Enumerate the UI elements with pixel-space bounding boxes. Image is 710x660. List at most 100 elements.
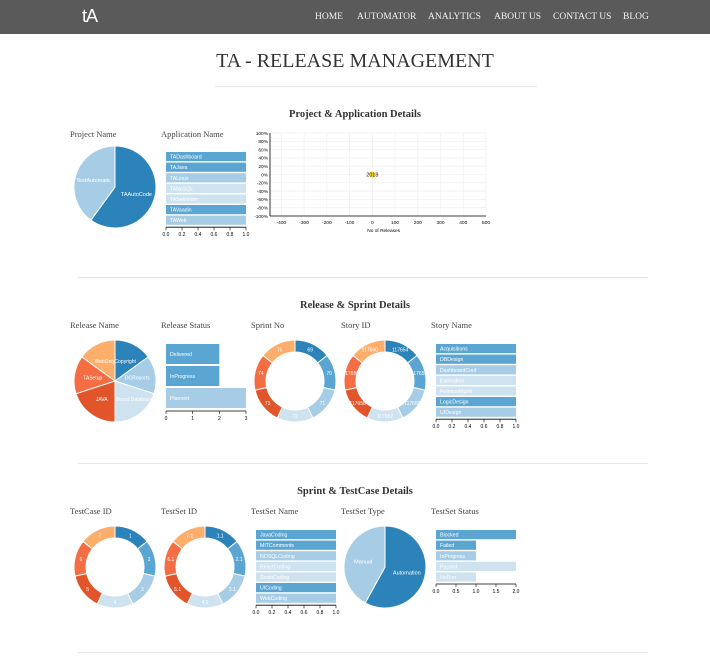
x-tick-label: 0.0 — [163, 232, 170, 238]
point-label-2018: 2018 — [366, 173, 378, 179]
bar-label-tadashboard: TADashboard — [170, 155, 202, 161]
slice-label-71: 71 — [320, 401, 326, 407]
project-name-pie-chart[interactable]: TAAutoCode TestAutomatic — [70, 140, 170, 240]
x-tick-label: 0.2 — [449, 424, 456, 430]
testset-status-bar-chart[interactable]: Blocked Failed InProgress Passed NoRun 0.0 0.5… — [430, 528, 525, 613]
bar-label-mitcomments: MITComments — [260, 543, 294, 549]
slice-label-117656: 117656 — [404, 401, 421, 407]
logo[interactable]: tA — [82, 6, 98, 27]
title-divider — [215, 86, 537, 87]
x-tick-label: 0 — [371, 220, 374, 226]
slice-label-4: 4 — [114, 600, 117, 606]
testcase-id-donut-chart[interactable]: 1 2 3 4 5 6 7 — [70, 520, 170, 620]
x-tick-label: -400 — [277, 220, 287, 226]
slice-label-automation: Automation — [393, 571, 421, 577]
bar-label-acquisitions: Acquisitions — [440, 347, 468, 353]
nav-contact-us[interactable]: CONTACT US — [553, 12, 611, 22]
bar-label-taselenium: TASelenium — [170, 197, 198, 203]
slice-label-74: 74 — [258, 371, 264, 377]
slice-label-5-1: 5.1 — [174, 587, 181, 593]
release-status-bar-chart[interactable]: Delivered InProgress Planned 0 1 2 3 — [160, 342, 255, 427]
slice-label-117657: 117657 — [377, 414, 394, 420]
slice-label-manual: Manual — [354, 559, 372, 565]
y-tick-label: 100% — [256, 131, 269, 137]
slice-label-webonly: WebOnly — [95, 359, 116, 365]
x-tick-label: 0.2 — [179, 232, 186, 238]
slice-label-117659: 117659 — [343, 371, 360, 377]
x-tick-label: 0.6 — [301, 610, 308, 616]
bar-label-tavaadin: TAVaadin — [170, 208, 192, 214]
y-tick-label: 80% — [258, 139, 268, 145]
bar-label-blocked: Blocked — [440, 533, 459, 539]
slice-label-117660: 117660 — [362, 347, 379, 353]
nav-automator[interactable]: AUTOMATOR — [357, 12, 416, 22]
bar-label-taweb: TAWeb — [170, 218, 187, 224]
x-tick-label: 500 — [482, 220, 490, 226]
application-name-bar-chart[interactable]: TADashboard TAJava TALinux TANoSQL TASeleniu… — [160, 150, 255, 238]
slice-label-taautocode: TAAutoCode — [121, 192, 152, 198]
story-name-bar-chart[interactable]: Acquisitions DBDesign DashboardConf Estimat… — [430, 342, 525, 430]
y-tick-label: 60% — [258, 147, 268, 153]
x-tick-label: 300 — [437, 220, 445, 226]
bar-label-uidesign: UIDesign — [440, 410, 461, 416]
x-tick-label: -300 — [299, 220, 309, 226]
page-title: TA - RELEASE MANAGEMENT — [216, 50, 494, 72]
bar-label-javacoding: JavaCoding — [260, 533, 288, 539]
label-application-name: Application Name — [161, 129, 224, 139]
slice-label-copyright: Copyright — [115, 359, 137, 365]
bar-label-dbdesign: DBDesign — [440, 357, 463, 363]
slice-label-2-1: 2.1 — [236, 557, 243, 563]
y-tick-label: 40% — [258, 156, 268, 162]
top-navbar: tA HOME AUTOMATOR ANALYTICS ABOUT US CON… — [0, 0, 710, 34]
x-tick-label: 0.8 — [497, 424, 504, 430]
bar-label-webcoding: WebCoding — [260, 596, 287, 602]
bar-label-scalacoding: ScalaCoding — [260, 575, 290, 581]
bar-label-nosqlcoding: NOSQLCoding — [260, 554, 295, 560]
bar-label-uicoding: UICoding — [260, 586, 282, 592]
bar-label-planned: Planned — [170, 396, 189, 402]
section-title-release: Release & Sprint Details — [300, 300, 410, 311]
slice-label-69: 69 — [307, 347, 313, 353]
slice-label-73: 73 — [265, 401, 271, 407]
bar-label-delivered: Delivered — [170, 352, 192, 358]
label-testset-status: TestSet Status — [431, 506, 479, 516]
testset-id-donut-chart[interactable]: 1.1 2.1 3.1 4.1 5.1 6.1 7.1 — [160, 520, 260, 620]
x-tick-label: 0.5 — [453, 589, 460, 595]
x-tick-label: 1.0 — [243, 232, 250, 238]
slice-label-117655: 117655 — [411, 371, 428, 377]
slice-label-tasetup: TASetup — [83, 375, 102, 381]
slice-label-117654: 117654 — [392, 347, 409, 353]
slice-label-4-1: 4.1 — [202, 600, 209, 606]
nav-blog[interactable]: BLOG — [623, 12, 649, 22]
x-tick-label: 0.0 — [253, 610, 260, 616]
slice-label-2: 2 — [148, 557, 151, 563]
x-tick-label: 0.8 — [317, 610, 324, 616]
story-id-donut-chart[interactable]: 117654 117655 117656 117657 117658 117659 1176… — [340, 334, 440, 434]
x-tick-label: 1.0 — [513, 424, 520, 430]
label-testset-name: TestSet Name — [251, 506, 299, 516]
x-tick-label: 400 — [459, 220, 467, 226]
nav-analytics[interactable]: ANALYTICS — [428, 12, 481, 22]
label-release-status: Release Status — [161, 320, 211, 330]
x-tick-label: 0.2 — [269, 610, 276, 616]
release-name-pie-chart[interactable]: CopyrightDCReportsDashBoard DatabaseJAVA… — [70, 334, 170, 434]
x-tick-label: 0.4 — [195, 232, 202, 238]
x-tick-label: 0.8 — [227, 232, 234, 238]
x-tick-label: 0.0 — [433, 424, 440, 430]
x-tick-label: 1.0 — [333, 610, 340, 616]
label-story-id: Story ID — [341, 320, 371, 330]
nav-home[interactable]: HOME — [315, 12, 343, 22]
slice-label-70: 70 — [326, 371, 332, 377]
slice-label-5: 5 — [86, 587, 89, 593]
sprint-no-donut-chart[interactable]: 69 70 71 72 73 74 75 — [250, 334, 350, 434]
slice-label-6: 6 — [79, 557, 82, 563]
x-tick-label: 1 — [191, 416, 194, 422]
slice-label-1: 1 — [129, 533, 132, 539]
y-tick-label: 20% — [258, 164, 268, 170]
section-divider-1 — [78, 277, 648, 278]
release-scatter-chart[interactable]: 100% 80% 60% 40% 20% 0% -20% -40% -60% -80% -100% -… — [250, 128, 500, 240]
testset-type-pie-chart[interactable]: Automation Manual — [340, 520, 440, 620]
slice-label-6-1: 6.1 — [167, 557, 174, 563]
nav-about-us[interactable]: ABOUT US — [494, 12, 541, 22]
testset-name-bar-chart[interactable]: JavaCoding MITComments NOSQLCoding ReactCod… — [250, 528, 345, 616]
